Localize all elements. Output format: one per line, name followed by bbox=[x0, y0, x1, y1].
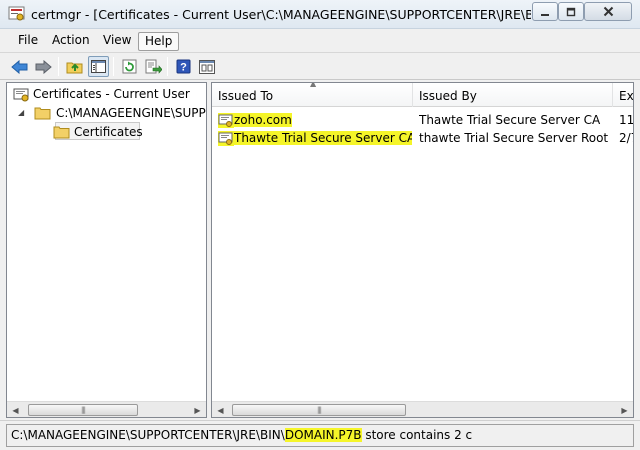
toolbar: ? bbox=[0, 53, 640, 80]
scroll-right-arrow-icon[interactable]: ▶ bbox=[189, 402, 206, 417]
cell-issued-to: Thawte Trial Secure Server CA bbox=[234, 131, 412, 145]
certificate-icon bbox=[218, 131, 234, 146]
export-list-icon bbox=[145, 59, 162, 74]
refresh-button[interactable] bbox=[119, 56, 140, 77]
console-tree: Certificates - Current User ◢ C:\MANAGEE… bbox=[6, 82, 207, 418]
up-one-level-button[interactable] bbox=[64, 56, 85, 77]
svg-text:?: ? bbox=[180, 62, 187, 74]
close-button[interactable] bbox=[584, 2, 632, 21]
toolbar-separator bbox=[58, 57, 59, 76]
show-hide-tree-icon bbox=[91, 60, 106, 73]
tree-item-certificates[interactable]: Certificates bbox=[51, 123, 191, 141]
tree-folder-label: Certificates bbox=[74, 125, 143, 139]
help-icon: ? bbox=[176, 59, 191, 74]
certificate-list: ▲ Issued To Issued By Expiration Date zo… bbox=[211, 82, 634, 418]
list-horizontal-scrollbar[interactable]: ◀ ||| ▶ bbox=[212, 401, 633, 417]
column-header-expiration[interactable]: Expiration Date bbox=[613, 83, 633, 107]
cell-issued-by: Thawte Trial Secure Server CA bbox=[419, 113, 601, 127]
tree-item-root[interactable]: Certificates - Current User bbox=[11, 85, 206, 103]
status-bar: C:\MANAGEENGINE\SUPPORTCENTER\JRE\BIN\DO… bbox=[0, 420, 640, 450]
maximize-button[interactable] bbox=[558, 2, 584, 21]
certmgr-app-icon bbox=[8, 6, 25, 21]
title-bar[interactable]: certmgr - [Certificates - Current User\C… bbox=[0, 0, 640, 29]
back-button[interactable] bbox=[9, 56, 30, 77]
back-arrow-icon bbox=[11, 59, 28, 74]
menu-help[interactable]: Help bbox=[138, 32, 180, 51]
column-header-issued-by[interactable]: Issued By bbox=[413, 83, 613, 107]
folder-icon bbox=[53, 126, 70, 139]
table-row[interactable]: Thawte Trial Secure Server CA thawte Tri… bbox=[212, 129, 633, 148]
cell-expiration: 11/15/2012 bbox=[619, 113, 634, 127]
tree-store-label: C:\MANAGEENGINE\SUPPORTCENTER\JRE\BIN\DO… bbox=[56, 106, 206, 120]
menu-bar: File Action View Help bbox=[0, 29, 640, 53]
certificate-icon bbox=[218, 113, 234, 128]
close-icon bbox=[603, 6, 613, 17]
list-header: ▲ Issued To Issued By Expiration Date bbox=[212, 83, 633, 107]
status-filename: DOMAIN.P7B bbox=[284, 428, 362, 442]
toolbar-separator bbox=[113, 57, 114, 76]
window-title: certmgr - [Certificates - Current User\C… bbox=[31, 7, 531, 22]
tree-horizontal-scrollbar[interactable]: ◀ ||| ▶ bbox=[7, 401, 206, 417]
minimize-icon bbox=[541, 13, 549, 16]
scroll-right-arrow-icon[interactable]: ▶ bbox=[616, 402, 633, 417]
minimize-button[interactable] bbox=[532, 2, 558, 21]
forward-arrow-icon bbox=[35, 59, 52, 74]
forward-button[interactable] bbox=[33, 56, 54, 77]
scrollbar-thumb[interactable]: ||| bbox=[28, 404, 138, 416]
status-suffix: store contains 2 c bbox=[361, 428, 473, 442]
folder-icon bbox=[34, 107, 51, 120]
properties-icon bbox=[198, 59, 215, 74]
tree-item-store[interactable]: ◢ C:\MANAGEENGINE\SUPPORTCENTER\JRE\BIN\… bbox=[11, 104, 206, 122]
tree-root-label: Certificates - Current User bbox=[33, 87, 190, 101]
column-header-issued-to[interactable]: Issued To bbox=[212, 83, 413, 107]
status-text: C:\MANAGEENGINE\SUPPORTCENTER\JRE\BIN\DO… bbox=[6, 424, 634, 447]
help-button[interactable]: ? bbox=[173, 56, 194, 77]
scroll-left-arrow-icon[interactable]: ◀ bbox=[212, 402, 229, 417]
cell-issued-to: zoho.com bbox=[234, 113, 292, 127]
certificates-snapin-icon bbox=[13, 88, 29, 102]
cell-issued-by: thawte Trial Secure Server Root CA bbox=[419, 131, 611, 145]
collapse-triangle-icon[interactable]: ◢ bbox=[18, 104, 24, 122]
table-row[interactable]: zoho.com Thawte Trial Secure Server CA 1… bbox=[212, 111, 634, 130]
toolbar-separator bbox=[167, 57, 168, 76]
show-hide-console-tree-button[interactable] bbox=[88, 56, 109, 77]
cell-expiration: 2/7/2016 bbox=[619, 131, 633, 145]
menu-file[interactable]: File bbox=[12, 32, 44, 51]
scroll-left-arrow-icon[interactable]: ◀ bbox=[7, 402, 24, 417]
up-folder-icon bbox=[66, 62, 83, 74]
maximize-icon bbox=[566, 7, 576, 16]
properties-button[interactable] bbox=[196, 56, 217, 77]
status-path: C:\MANAGEENGINE\SUPPORTCENTER\JRE\BIN\ bbox=[11, 428, 285, 442]
export-list-button[interactable] bbox=[143, 56, 164, 77]
menu-action[interactable]: Action bbox=[46, 32, 96, 51]
menu-view[interactable]: View bbox=[97, 32, 137, 51]
work-area: Certificates - Current User ◢ C:\MANAGEE… bbox=[0, 80, 640, 420]
refresh-icon bbox=[122, 59, 137, 74]
scrollbar-thumb[interactable]: ||| bbox=[232, 404, 406, 416]
